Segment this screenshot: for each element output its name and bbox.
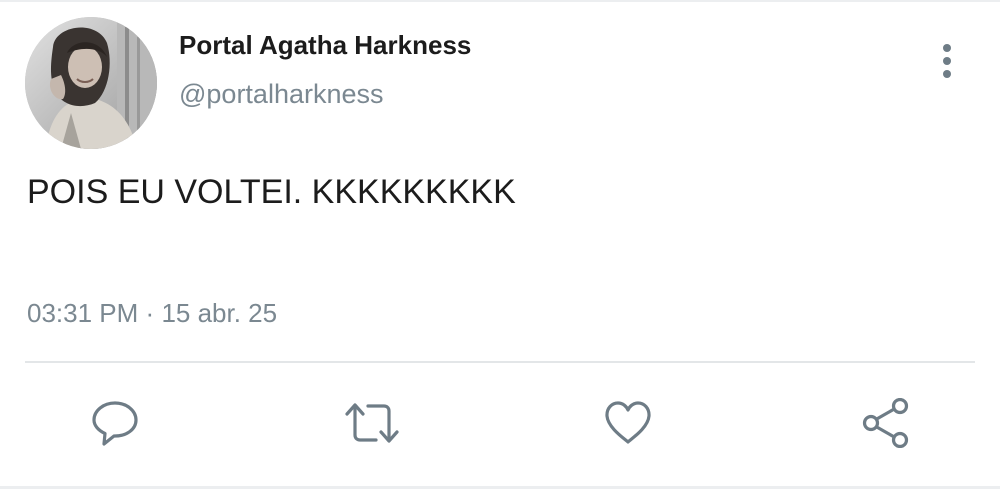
heart-icon [605,401,651,444]
display-name[interactable]: Portal Agatha Harkness [179,30,471,61]
username-handle[interactable]: @portalharkness [179,79,384,110]
like-button[interactable] [603,398,653,448]
speech-bubble-icon [92,401,138,446]
timestamp-separator: · [145,298,155,328]
top-divider [0,0,1000,2]
tweet-date: 15 abr. 25 [161,298,278,328]
reply-button[interactable] [90,398,140,448]
more-options-button[interactable] [930,42,964,80]
retweet-button[interactable] [344,398,399,448]
actions-divider [25,361,975,363]
tweet-text: POIS EU VOLTEI. KKKKKKKKK [27,173,516,211]
share-button[interactable] [860,398,910,448]
share-icon [862,398,909,448]
retweet-icon [345,403,399,443]
more-vertical-icon [943,44,951,78]
avatar[interactable] [25,17,157,149]
tweet-timestamp: 03:31 PM · 15 abr. 25 [27,298,277,329]
tweet-time: 03:31 PM [27,298,139,328]
